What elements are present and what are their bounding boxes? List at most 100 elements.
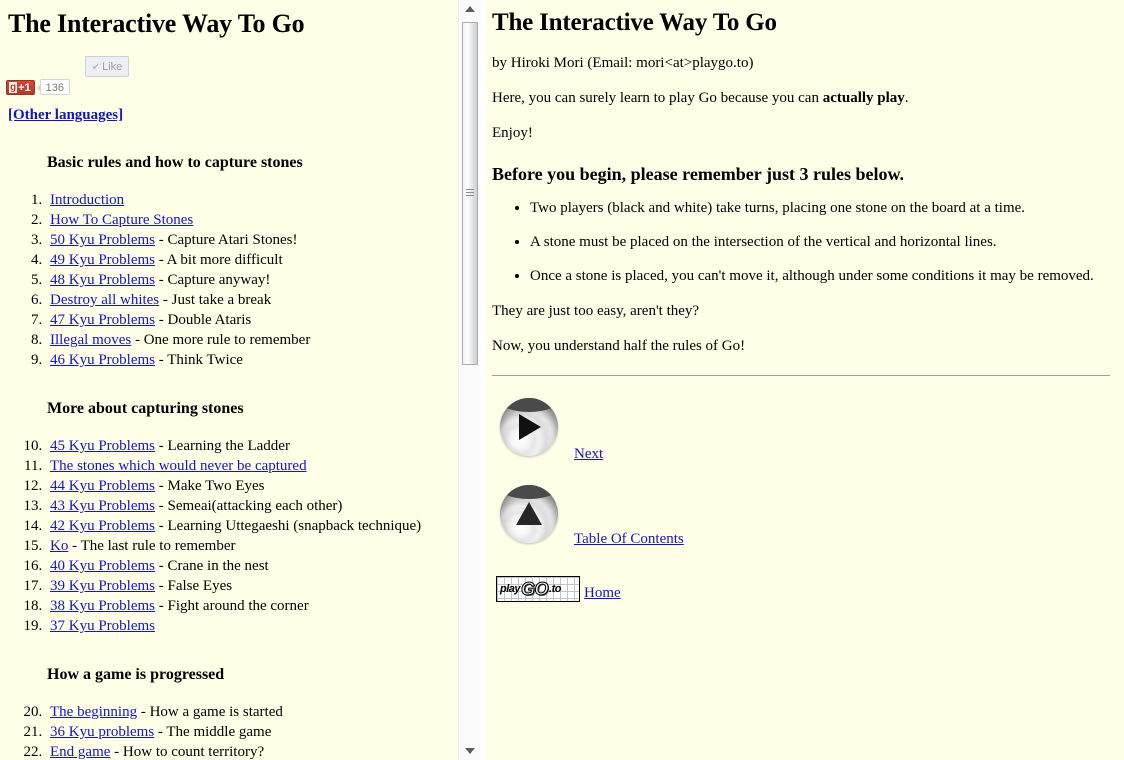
toc-desc: - Fight around the corner <box>155 598 309 614</box>
home-row: play GO .to Home <box>492 576 1114 606</box>
toc-link-how-to-capture-stones[interactable]: How To Capture Stones <box>50 212 193 228</box>
toc-desc: - Think Twice <box>155 352 243 368</box>
left-frame-toc: The Interactive Way To Go ✔ Like g +1 136 … <box>0 0 458 760</box>
right-frame-content: The Interactive Way To Go by Hiroki Mori… <box>486 0 1124 760</box>
toc-desc: - Semeai(attacking each other) <box>155 498 343 514</box>
logo-part-go: GO <box>521 578 550 599</box>
right-page-title: The Interactive Way To Go <box>492 9 777 36</box>
toc-desc: - Make Two Eyes <box>155 478 265 494</box>
toc-list-game-progress: The beginning - How a game is started 36… <box>0 702 458 760</box>
up-triangle-icon <box>516 502 542 525</box>
toc-link-43-kyu-problems[interactable]: 43 Kyu Problems <box>50 498 155 514</box>
logo-text: play GO .to <box>497 577 579 601</box>
toc-desc: - Capture Atari Stones! <box>155 232 298 248</box>
list-item: The beginning - How a game is started <box>46 702 458 722</box>
toc-desc: - How to count territory? <box>110 744 265 760</box>
list-item: The stones which would never be captured <box>46 456 458 476</box>
list-item: A stone must be placed on the intersecti… <box>530 233 1114 251</box>
toc-desc: - Learning the Ladder <box>155 438 290 454</box>
list-item: 46 Kyu Problems - Think Twice <box>46 350 458 370</box>
logo-part-play: play <box>500 583 521 595</box>
toc-link-the-beginning[interactable]: The beginning <box>50 704 137 720</box>
toc-link-introduction[interactable]: Introduction <box>50 192 124 208</box>
home-link[interactable]: Home <box>584 585 621 602</box>
list-item: 39 Kyu Problems - False Eyes <box>46 576 458 596</box>
toc-desc: - The middle game <box>154 724 272 740</box>
list-item: 50 Kyu Problems - Capture Atari Stones! <box>46 230 458 250</box>
list-item: End game - How to count territory? <box>46 742 458 760</box>
section-heading-more-capturing: More about capturing stones <box>47 400 244 417</box>
scrollbar-thumb[interactable] <box>462 22 478 365</box>
toc-link-40-kyu-problems[interactable]: 40 Kyu Problems <box>50 558 155 574</box>
list-item: 43 Kyu Problems - Semeai(attacking each … <box>46 496 458 516</box>
toc-link-38-kyu-problems[interactable]: 38 Kyu Problems <box>50 598 155 614</box>
table-of-contents-link[interactable]: Table Of Contents <box>574 531 684 548</box>
list-item: 37 Kyu Problems <box>46 616 458 636</box>
scrollbar-down-arrow-icon[interactable] <box>459 742 481 760</box>
toc-list-basic-rules: Introduction How To Capture Stones 50 Ky… <box>0 190 458 370</box>
left-frame-content: The Interactive Way To Go ✔ Like g +1 136 … <box>0 9 458 760</box>
other-languages-row: [Other languages] <box>8 107 458 124</box>
toc-link-45-kyu-problems[interactable]: 45 Kyu Problems <box>50 438 155 454</box>
toc-link-destroy-all-whites[interactable]: Destroy all whites <box>50 292 159 308</box>
list-item: 42 Kyu Problems - Learning Uttegaeshi (s… <box>46 516 458 536</box>
rules-list: Two players (black and white) take turns… <box>492 199 1114 285</box>
toc-link-49-kyu-problems[interactable]: 49 Kyu Problems <box>50 252 155 268</box>
toc-list-more-capturing: 45 Kyu Problems - Learning the Ladder Th… <box>0 436 458 636</box>
toc-link-36-kyu-problems[interactable]: 36 Kyu problems <box>50 724 154 740</box>
author-byline: by Hiroki Mori (Email: mori<at>playgo.to… <box>492 55 754 71</box>
toc-link-42-kyu-problems[interactable]: 42 Kyu Problems <box>50 518 155 534</box>
list-item: Two players (black and white) take turns… <box>530 199 1114 217</box>
toc-link-end-game[interactable]: End game <box>50 744 110 760</box>
toc-link-39-kyu-problems[interactable]: 39 Kyu Problems <box>50 578 155 594</box>
content-divider <box>492 375 1110 376</box>
toc-desc: - The last rule to remember <box>68 538 236 554</box>
toc-link-illegal-moves[interactable]: Illegal moves <box>50 332 131 348</box>
list-item: 48 Kyu Problems - Capture anyway! <box>46 270 458 290</box>
intro-prefix: Here, you can surely learn to play Go be… <box>492 90 823 106</box>
toc-desc: - A bit more difficult <box>155 252 283 268</box>
intro-suffix: . <box>904 90 909 106</box>
playgo-logo-icon[interactable]: play GO .to <box>496 576 580 602</box>
browser-page: The Interactive Way To Go ✔ Like g +1 136 … <box>0 0 1124 760</box>
list-item: 36 Kyu problems - The middle game <box>46 722 458 742</box>
list-item: Introduction <box>46 190 458 210</box>
toc-desc: - Crane in the nest <box>155 558 269 574</box>
google-g-icon: g <box>9 81 18 93</box>
play-triangle-icon <box>519 414 541 440</box>
next-link[interactable]: Next <box>574 446 603 463</box>
like-button-label: Like <box>102 61 123 73</box>
toc-desc: - How a game is started <box>137 704 283 720</box>
google-plus-one-button[interactable]: g +1 <box>6 79 35 95</box>
table-of-contents-stone-button-icon[interactable] <box>500 485 558 543</box>
plus-one-count[interactable]: 136 <box>36 79 71 95</box>
logo-part-to: .to <box>549 583 561 595</box>
list-item: Once a stone is placed, you can't move i… <box>530 267 1114 285</box>
toc-desc: - Just take a break <box>159 292 272 308</box>
rules-heading: Before you begin, please remember just 3… <box>492 164 904 184</box>
enjoy-paragraph: Enjoy! <box>492 125 533 141</box>
toc-link-stones-never-captured[interactable]: The stones which would never be captured <box>50 458 307 474</box>
toc-desc: - One more rule to remember <box>131 332 311 348</box>
left-frame-scrollbar[interactable] <box>458 0 480 760</box>
toc-link-50-kyu-problems[interactable]: 50 Kyu Problems <box>50 232 155 248</box>
toc-desc: - Capture anyway! <box>155 272 271 288</box>
toc-desc: - False Eyes <box>155 578 233 594</box>
other-languages-link[interactable]: [Other languages] <box>8 107 123 123</box>
toc-desc: - Learning Uttegaeshi (snapback techniqu… <box>155 518 422 534</box>
toc-link-46-kyu-problems[interactable]: 46 Kyu Problems <box>50 352 155 368</box>
toc-link-44-kyu-problems[interactable]: 44 Kyu Problems <box>50 478 155 494</box>
intro-bold-text: actually play <box>822 90 905 106</box>
list-item: 45 Kyu Problems - Learning the Ladder <box>46 436 458 456</box>
facebook-like-button[interactable]: ✔ Like <box>85 56 129 77</box>
toc-link-47-kyu-problems[interactable]: 47 Kyu Problems <box>50 312 155 328</box>
closing-paragraph-2: Now, you understand half the rules of Go… <box>492 338 746 354</box>
toc-link-37-kyu-problems[interactable]: 37 Kyu Problems <box>50 618 155 634</box>
toc-link-ko[interactable]: Ko <box>50 538 68 554</box>
next-stone-button-icon[interactable] <box>500 398 558 456</box>
plus-one-label: +1 <box>18 81 31 94</box>
list-item: 38 Kyu Problems - Fight around the corne… <box>46 596 458 616</box>
scrollbar-up-arrow-icon[interactable] <box>459 0 481 18</box>
list-item: 47 Kyu Problems - Double Ataris <box>46 310 458 330</box>
toc-link-48-kyu-problems[interactable]: 48 Kyu Problems <box>50 272 155 288</box>
